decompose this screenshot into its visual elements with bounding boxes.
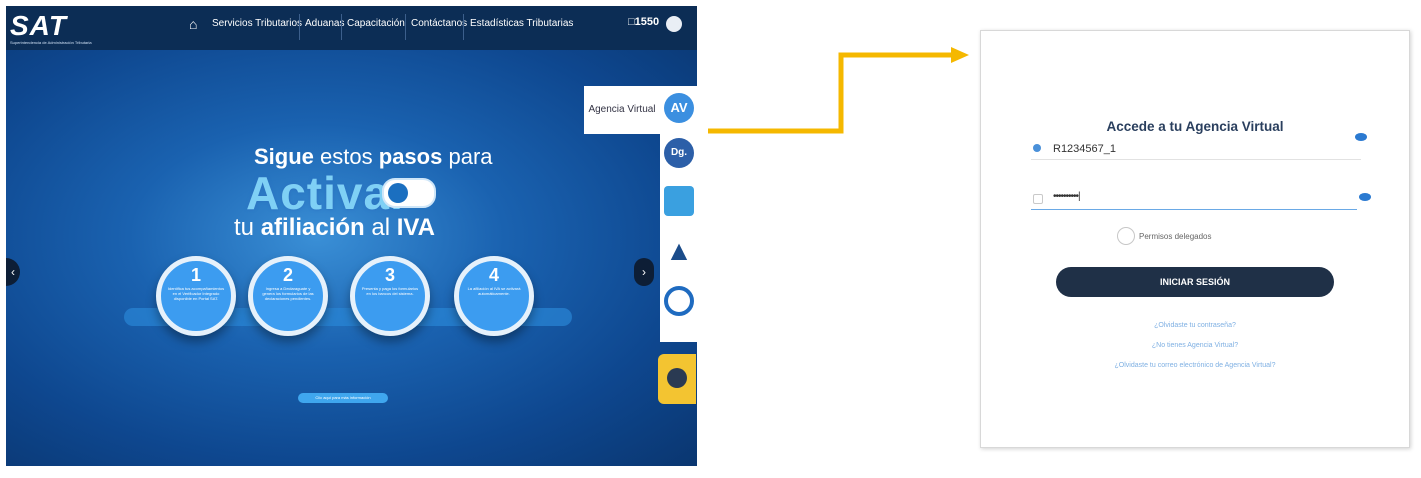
hero-subheadline: tu afiliación al IVA — [234, 214, 435, 241]
lock-icon — [1033, 194, 1043, 204]
nav-divider — [341, 14, 342, 40]
arrow-head — [951, 47, 969, 63]
step-1: 1 Identifica tus acompañamientos en el Ve… — [156, 256, 236, 336]
delegated-permissions-option[interactable]: Permisos delegados — [1117, 227, 1212, 245]
delegated-permissions-radio[interactable] — [1117, 227, 1135, 245]
chat-icon — [667, 368, 687, 388]
nav-aduanas[interactable]: Aduanas — [305, 18, 344, 29]
username-value[interactable]: R1234567_1 — [1053, 143, 1116, 155]
toggle-icon — [382, 178, 436, 208]
delegated-permissions-label: Permisos delegados — [1139, 232, 1212, 241]
password-field[interactable]: ••••••••••| — [1031, 185, 1357, 210]
search-icon[interactable] — [664, 286, 694, 316]
carousel-next-button[interactable]: › — [634, 258, 654, 286]
arrow-line — [708, 52, 954, 134]
agencia-virtual-label[interactable]: Agencia Virtual — [584, 86, 660, 134]
user-icon — [1033, 144, 1041, 152]
nav-divider — [463, 14, 464, 40]
alert-icon[interactable]: ▲ — [664, 236, 694, 266]
login-card: Accede a tu Agencia Virtual R1234567_1 •… — [980, 30, 1410, 448]
forgot-email-link[interactable]: ¿Olvidaste tu correo electrónico de Agen… — [981, 362, 1409, 369]
nav-estadisticas-tributarias[interactable]: Estadísticas Tributarias — [470, 18, 573, 29]
username-field[interactable]: R1234567_1 — [1031, 135, 1361, 160]
sat-logo: SAT Superintendencia de Administración Tr… — [10, 10, 92, 45]
step-4: 4 La afiliación al IVA se activará automá… — [454, 256, 534, 336]
login-title: Accede a tu Agencia Virtual — [1106, 119, 1284, 134]
step-2: 2 Ingresa a Declaraguate y genera los for… — [248, 256, 328, 336]
nav-divider — [405, 14, 406, 40]
portal-top-nav: SAT Superintendencia de Administración Tr… — [6, 6, 697, 50]
password-value[interactable]: ••••••••••| — [1053, 191, 1081, 202]
declaraguate-icon[interactable]: Dg. — [664, 138, 694, 168]
phone-number: □1550 — [628, 16, 660, 28]
user-account-icon[interactable] — [666, 16, 682, 32]
eye-icon[interactable] — [1355, 133, 1367, 141]
nav-servicios-tributarios[interactable]: Servicios Tributarios — [212, 18, 302, 29]
chat-button[interactable] — [658, 354, 696, 404]
eye-icon[interactable] — [1359, 193, 1371, 201]
flow-arrow — [708, 47, 969, 134]
agencia-virtual-icon[interactable]: AV — [664, 93, 694, 123]
person-icon[interactable] — [664, 186, 694, 216]
login-button[interactable]: INICIAR SESIÓN — [1056, 267, 1334, 297]
nav-capacitacion[interactable]: Capacitación — [347, 18, 405, 29]
portal-screenshot: SAT Superintendencia de Administración Tr… — [6, 6, 697, 466]
no-account-link[interactable]: ¿No tienes Agencia Virtual? — [981, 342, 1409, 349]
step-3: 3 Presenta y paga los formularios en los … — [350, 256, 430, 336]
more-info-button[interactable]: Clic aquí para más información — [298, 393, 388, 403]
nav-divider — [299, 14, 300, 40]
home-icon[interactable]: ⌂ — [189, 16, 197, 32]
nav-contactanos[interactable]: Contáctanos — [411, 18, 467, 29]
forgot-password-link[interactable]: ¿Olvidaste tu contraseña? — [981, 322, 1409, 329]
